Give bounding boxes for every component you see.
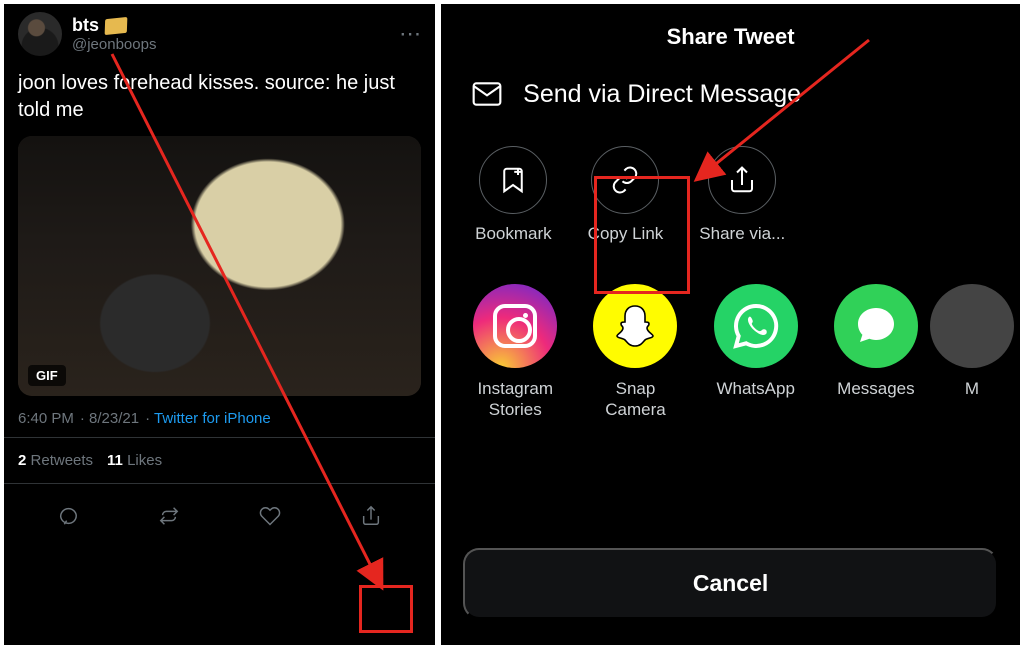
share-snapchat[interactable]: Snap Camera	[591, 284, 679, 421]
more-app-icon	[930, 284, 1014, 368]
share-via-option[interactable]: Share via...	[699, 146, 785, 244]
bookmark-icon	[498, 165, 528, 195]
share-icon	[360, 505, 382, 527]
tweet-action-row	[18, 484, 421, 550]
annotation-highlight-copylink	[594, 176, 690, 294]
tweet-detail-screen: bts @jeonboops ⋯ joon loves forehead kis…	[4, 4, 435, 645]
username[interactable]: @jeonboops	[72, 36, 156, 53]
bookmark-option[interactable]: Bookmark	[475, 146, 552, 244]
tweet-stats: 2 Retweets 11 Likes	[18, 438, 421, 483]
tweet-header: bts @jeonboops ⋯	[18, 12, 421, 56]
share-button[interactable]	[351, 496, 391, 536]
share-more-cut[interactable]: M	[952, 284, 992, 399]
avatar[interactable]	[18, 12, 62, 56]
tweet-text: joon loves forehead kisses. source: he j…	[18, 70, 421, 124]
reply-button[interactable]	[48, 496, 88, 536]
tweet-source[interactable]: Twitter for iPhone	[145, 410, 271, 427]
cancel-button[interactable]: Cancel	[463, 548, 998, 619]
retweet-icon	[158, 505, 180, 527]
share-sheet-title: Share Tweet	[441, 4, 1020, 78]
gold-badge-icon	[105, 16, 128, 34]
share-messages[interactable]: Messages	[832, 284, 920, 399]
reply-icon	[57, 505, 79, 527]
more-button[interactable]: ⋯	[399, 21, 421, 47]
share-via-icon	[727, 165, 757, 195]
like-button[interactable]	[250, 496, 290, 536]
retweet-button[interactable]	[149, 496, 189, 536]
instagram-icon	[473, 284, 557, 368]
send-via-dm-button[interactable]: Send via Direct Message	[441, 78, 1020, 110]
retweets-stat[interactable]: 2 Retweets	[18, 452, 93, 469]
tweet-meta: 6:40 PM 8/23/21 Twitter for iPhone	[18, 410, 421, 427]
gif-badge: GIF	[28, 365, 66, 386]
send-via-dm-label: Send via Direct Message	[523, 80, 801, 109]
display-name[interactable]: bts	[72, 15, 99, 36]
share-sheet-screen: Share Tweet Send via Direct Message Book…	[441, 4, 1020, 645]
messages-icon	[834, 284, 918, 368]
external-share-row: Instagram Stories Snap Camera WhatsApp M…	[441, 254, 1020, 421]
envelope-icon	[471, 78, 503, 110]
media-image	[18, 136, 421, 396]
heart-icon	[259, 505, 281, 527]
tweet-time: 6:40 PM	[18, 410, 74, 427]
share-instagram-stories[interactable]: Instagram Stories	[471, 284, 559, 421]
share-options-row: Bookmark Copy Link Share via...	[441, 110, 1020, 254]
tweet-date: 8/23/21	[80, 410, 139, 427]
tweet-media[interactable]: GIF	[18, 136, 421, 396]
share-whatsapp[interactable]: WhatsApp	[712, 284, 800, 399]
likes-stat[interactable]: 11 Likes	[107, 452, 162, 469]
snapchat-icon	[593, 284, 677, 368]
whatsapp-icon	[714, 284, 798, 368]
annotation-highlight-share	[359, 585, 413, 633]
